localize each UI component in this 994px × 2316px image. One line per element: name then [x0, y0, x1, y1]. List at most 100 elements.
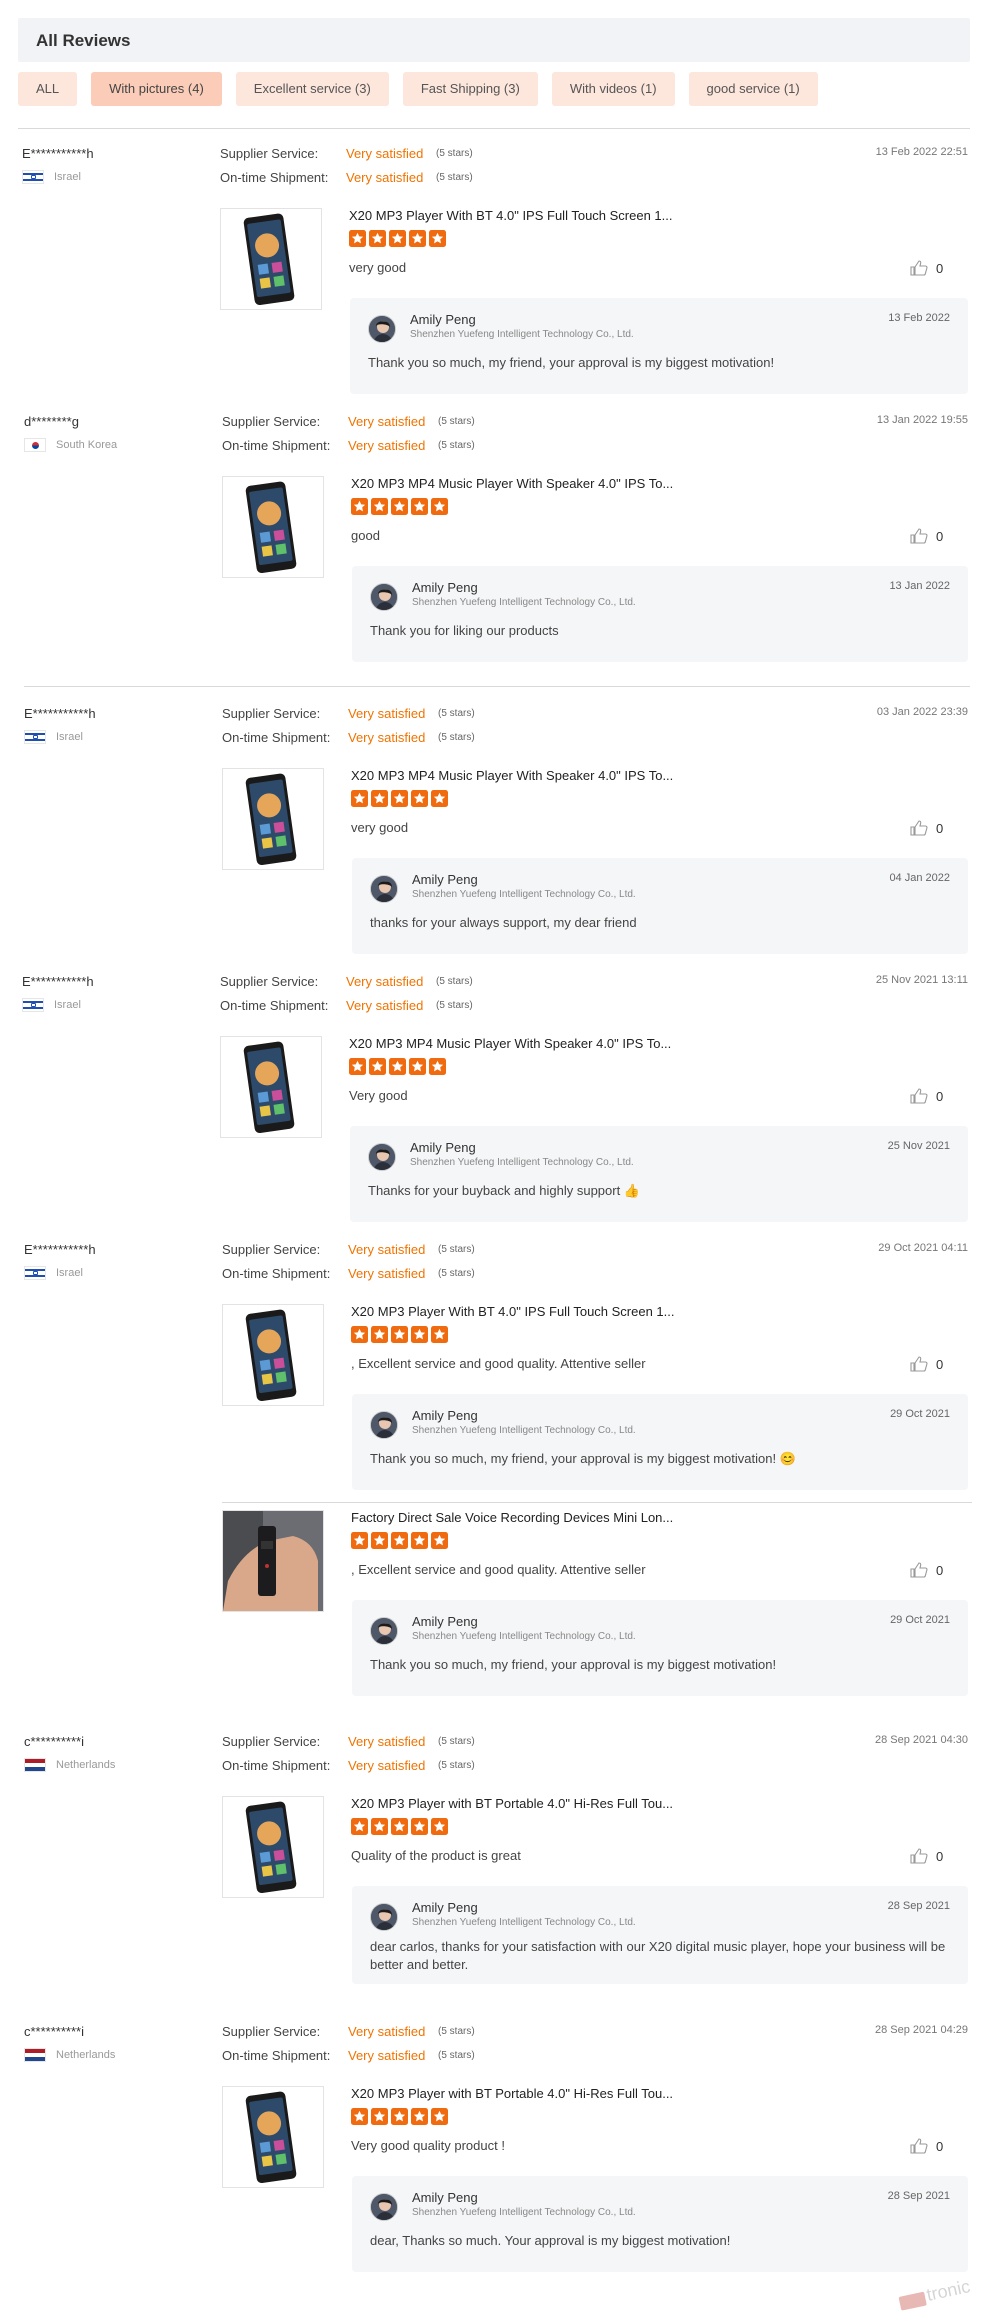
star-icon: [349, 1058, 366, 1075]
seller-reply: Amily Peng Shenzhen Yuefeng Intelligent …: [352, 1600, 968, 1696]
review-date: 13 Jan 2022 19:55: [876, 414, 968, 426]
country-label: Israel: [54, 171, 81, 183]
star-icon: [351, 1532, 368, 1549]
product-title-link[interactable]: X20 MP3 MP4 Music Player With Speaker 4.…: [349, 1036, 671, 1051]
avatar: [370, 2193, 398, 2221]
reply-author: Amily Peng: [412, 580, 478, 595]
supplier-service-value: Very satisfied: [346, 974, 424, 989]
helpful-button[interactable]: 0: [910, 260, 943, 276]
supplier-service-value: Very satisfied: [346, 146, 424, 161]
product-thumbnail[interactable]: [222, 2086, 324, 2188]
filter-all[interactable]: ALL: [18, 72, 78, 106]
country-label: Netherlands: [56, 1759, 116, 1771]
star-icon: [351, 790, 368, 807]
review-text: good: [351, 528, 380, 543]
helpful-button[interactable]: 0: [910, 1088, 943, 1104]
supplier-service-stars: (5 stars): [438, 2026, 475, 2037]
reply-author: Amily Peng: [412, 1408, 478, 1423]
thumbs-up-icon: [910, 820, 928, 836]
product-thumbnail[interactable]: [222, 1796, 324, 1898]
star-icon: [431, 790, 448, 807]
helpful-button[interactable]: 0: [910, 528, 943, 544]
reply-company: Shenzhen Yuefeng Intelligent Technology …: [412, 889, 636, 900]
avatar: [370, 875, 398, 903]
helpful-button[interactable]: 0: [910, 1562, 943, 1578]
israel-flag-icon: [22, 998, 44, 1012]
star-icon: [351, 498, 368, 515]
helpful-count: 0: [936, 528, 944, 544]
helpful-button[interactable]: 0: [910, 1356, 943, 1372]
product-thumbnail[interactable]: [220, 208, 322, 310]
product-title-link[interactable]: X20 MP3 MP4 Music Player With Speaker 4.…: [351, 476, 673, 491]
reply-author: Amily Peng: [412, 2190, 478, 2205]
star-icon: [431, 498, 448, 515]
product-thumbnail[interactable]: [222, 1510, 324, 1612]
product-title-link[interactable]: X20 MP3 Player With BT 4.0" IPS Full Tou…: [349, 208, 673, 223]
helpful-button[interactable]: 0: [910, 2138, 943, 2154]
reply-date: 04 Jan 2022: [889, 872, 950, 884]
country-label: Netherlands: [56, 2049, 116, 2061]
star-icon: [409, 1058, 426, 1075]
product-thumbnail[interactable]: [222, 1304, 324, 1406]
ontime-shipment-stars: (5 stars): [438, 1268, 475, 1279]
helpful-button[interactable]: 0: [910, 1848, 943, 1864]
thumbs-up-icon: [910, 260, 928, 276]
helpful-count: 0: [936, 820, 944, 836]
reply-company: Shenzhen Yuefeng Intelligent Technology …: [412, 1631, 636, 1642]
star-icon: [411, 2108, 428, 2125]
reviewer-name: E***********h: [22, 974, 94, 989]
product-title-link[interactable]: X20 MP3 Player With BT 4.0" IPS Full Tou…: [351, 1304, 675, 1319]
reply-company: Shenzhen Yuefeng Intelligent Technology …: [410, 329, 634, 340]
reviewer-country: Israel: [24, 730, 83, 744]
thumbs-up-icon: [910, 1356, 928, 1372]
review-text: Very good quality product !: [351, 2138, 505, 2153]
filter-fast-shipping[interactable]: Fast Shipping (3): [402, 72, 538, 106]
seller-reply: Amily Peng Shenzhen Yuefeng Intelligent …: [352, 2176, 968, 2272]
seller-reply: Amily Peng Shenzhen Yuefeng Intelligent …: [350, 298, 968, 394]
filter-good-service[interactable]: good service (1): [688, 72, 818, 106]
seller-reply: Amily Peng Shenzhen Yuefeng Intelligent …: [352, 1886, 968, 1984]
product-title-link[interactable]: X20 MP3 Player with BT Portable 4.0" Hi-…: [351, 2086, 673, 2101]
divider: [18, 128, 970, 129]
star-icon: [369, 1058, 386, 1075]
filter-with-pictures[interactable]: With pictures (4): [91, 72, 222, 106]
product-title-link[interactable]: Factory Direct Sale Voice Recording Devi…: [351, 1510, 673, 1525]
review-text: very good: [349, 260, 407, 275]
supplier-service-value: Very satisfied: [348, 2024, 426, 2039]
filter-excellent-service[interactable]: Excellent service (3): [235, 72, 389, 106]
supplier-service-stars: (5 stars): [436, 976, 473, 987]
star-icon: [351, 1818, 368, 1835]
ontime-shipment-stars: (5 stars): [438, 2050, 475, 2061]
star-icon: [369, 230, 386, 247]
star-icon: [391, 790, 408, 807]
seller-reply: Amily Peng Shenzhen Yuefeng Intelligent …: [352, 566, 968, 662]
south-korea-flag-icon: [24, 438, 46, 452]
reply-text: Thank you so much, my friend, your appro…: [368, 355, 775, 370]
ontime-shipment-value: Very satisfied: [348, 2048, 426, 2063]
star-icon: [411, 790, 428, 807]
avatar: [370, 1903, 398, 1931]
product-title-link[interactable]: X20 MP3 MP4 Music Player With Speaker 4.…: [351, 768, 673, 783]
filter-with-videos[interactable]: With videos (1): [551, 72, 675, 106]
helpful-button[interactable]: 0: [910, 820, 943, 836]
ontime-shipment-label: On-time Shipment:: [222, 730, 331, 745]
product-thumbnail[interactable]: [220, 1036, 322, 1138]
avatar: [370, 1617, 398, 1645]
divider: [222, 1502, 972, 1503]
product-thumbnail[interactable]: [222, 768, 324, 870]
review-date: 29 Oct 2021 04:11: [878, 1242, 968, 1254]
reply-company: Shenzhen Yuefeng Intelligent Technology …: [410, 1157, 634, 1168]
reply-date: 13 Jan 2022: [889, 580, 950, 592]
helpful-count: 0: [936, 1562, 944, 1578]
star-icon: [351, 2108, 368, 2125]
ontime-shipment-label: On-time Shipment:: [220, 170, 329, 185]
reviewer-name: E***********h: [22, 146, 94, 161]
product-thumbnail[interactable]: [222, 476, 324, 578]
supplier-service-value: Very satisfied: [348, 414, 426, 429]
rating-stars: [351, 1532, 451, 1549]
helpful-count: 0: [936, 260, 944, 276]
product-title-link[interactable]: X20 MP3 Player with BT Portable 4.0" Hi-…: [351, 1796, 673, 1811]
netherlands-flag-icon: [24, 1758, 46, 1772]
star-icon: [371, 790, 388, 807]
star-icon: [391, 498, 408, 515]
